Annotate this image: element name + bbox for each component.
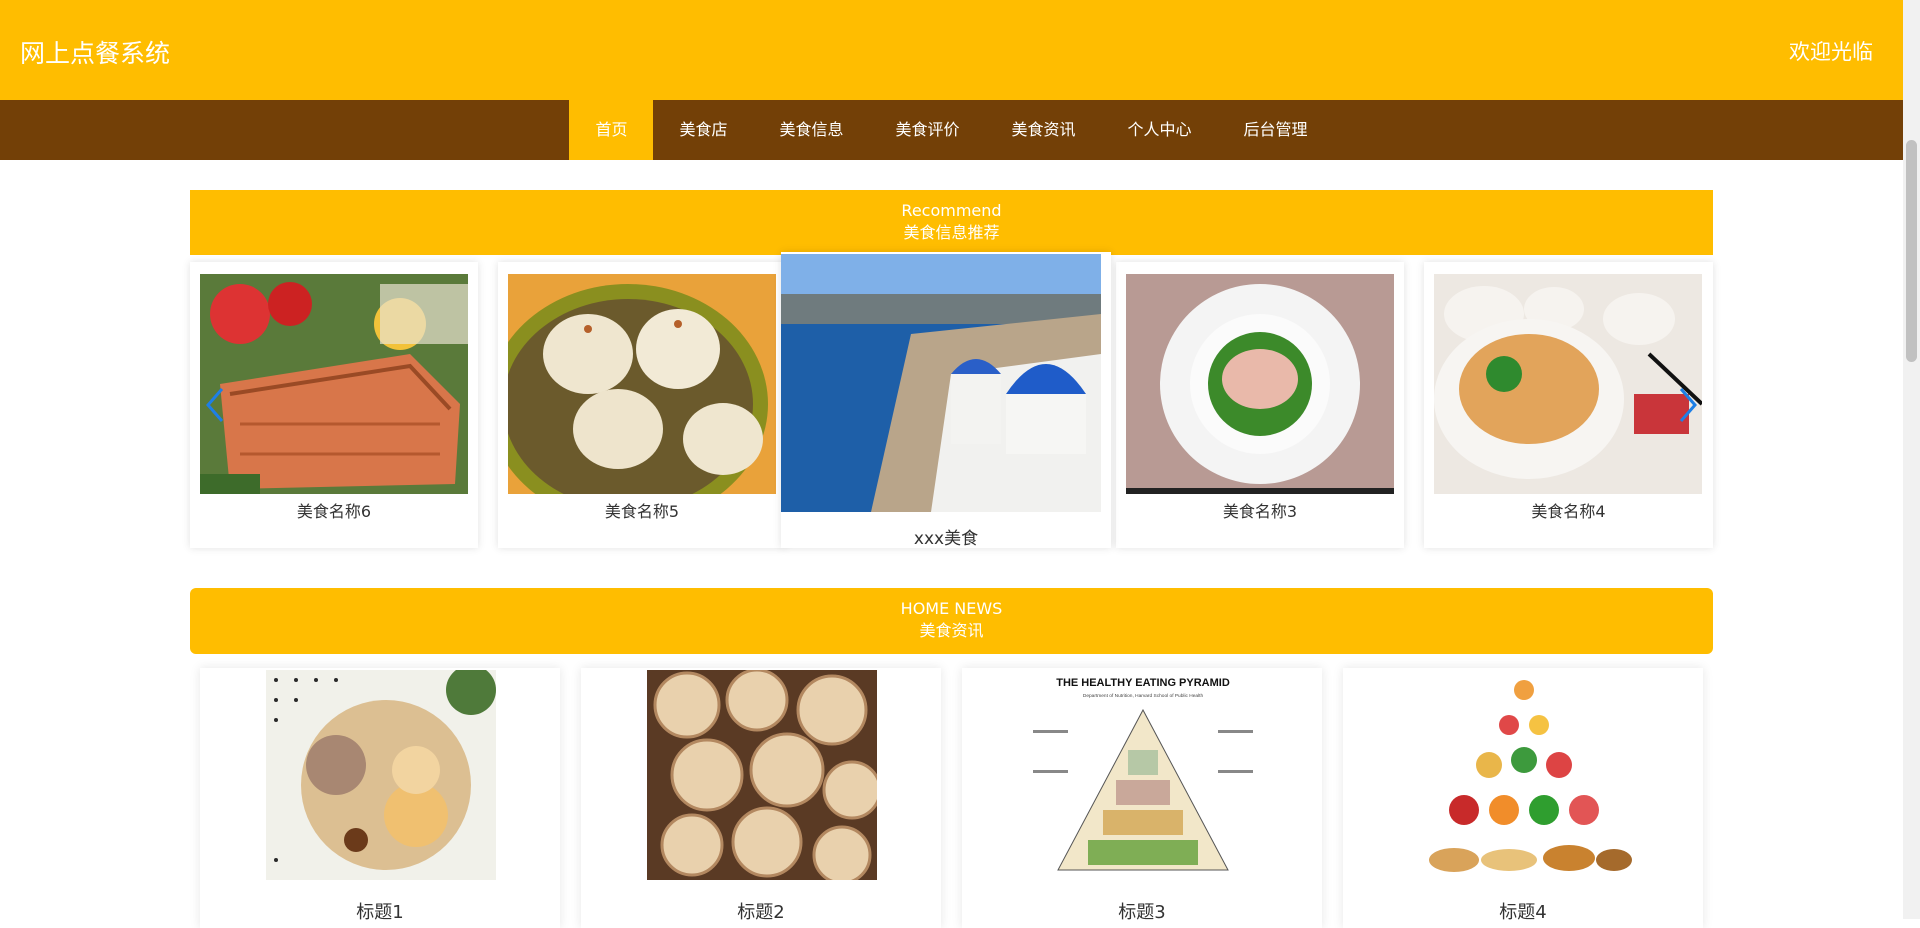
news-banner: HOME NEWS 美食资讯 xyxy=(190,588,1713,654)
food-card[interactable]: 美食名称4 xyxy=(1424,262,1713,548)
news-card[interactable]: THE HEALTHY EATING PYRAMID Department of… xyxy=(962,668,1322,928)
nav-item-admin[interactable]: 后台管理 xyxy=(1218,100,1334,160)
news-title[interactable]: 标题4 xyxy=(1343,898,1703,924)
news-card[interactable]: 标题4 xyxy=(1343,668,1703,928)
carousel-next-arrow-icon[interactable] xyxy=(1673,385,1703,425)
food-name: 美食名称5 xyxy=(604,502,680,521)
food-name: xxx美食 xyxy=(913,529,979,549)
news-title[interactable]: 标题1 xyxy=(200,898,560,924)
food-card[interactable]: 美食名称3 xyxy=(1116,262,1404,548)
food-image-salmon[interactable] xyxy=(200,274,468,494)
site-title[interactable]: 网上点餐系统 xyxy=(20,34,170,70)
nav-item-personal-center[interactable]: 个人中心 xyxy=(1102,100,1218,160)
food-card[interactable]: 美食名称5 xyxy=(498,262,786,548)
nav-item-food-info[interactable]: 美食信息 xyxy=(753,100,869,160)
news-title[interactable]: 标题3 xyxy=(962,898,1322,924)
news-title-cn: 美食资讯 xyxy=(919,621,984,640)
main-nav: 首页 美食店 美食信息 美食评价 美食资讯 个人中心 后台管理 xyxy=(0,100,1903,160)
pyramid-heading: THE HEALTHY EATING PYRAMID xyxy=(1056,677,1230,689)
food-image-plated-dish[interactable] xyxy=(1126,274,1394,494)
news-card[interactable]: 标题2 xyxy=(581,668,941,928)
food-card[interactable]: 美食名称6 xyxy=(190,262,478,548)
nav-item-food-review[interactable]: 美食评价 xyxy=(869,100,985,160)
food-image-dumplings[interactable] xyxy=(508,274,776,494)
recommend-title-cn: 美食信息推荐 xyxy=(903,223,1000,242)
carousel-prev-arrow-icon[interactable] xyxy=(200,385,230,425)
nav-item-home[interactable]: 首页 xyxy=(569,100,654,160)
news-image-bread[interactable] xyxy=(647,670,877,880)
food-name: 美食名称3 xyxy=(1222,502,1298,521)
recommend-carousel: 美食名称6 美食名称5 xxx美食 美食名称3 美食名称4 xyxy=(190,252,1713,549)
food-card-active[interactable]: xxx美食 xyxy=(781,252,1111,549)
scrollbar-thumb[interactable] xyxy=(1906,140,1917,362)
news-image-cocoa[interactable] xyxy=(266,670,496,880)
recommend-title-en: Recommend xyxy=(901,201,1002,220)
food-image-santorini[interactable] xyxy=(781,254,1101,512)
food-name: 美食名称6 xyxy=(296,502,372,521)
news-title[interactable]: 标题2 xyxy=(581,898,941,924)
news-image-healthy-eating-pyramid[interactable]: THE HEALTHY EATING PYRAMID Department of… xyxy=(1028,670,1258,880)
welcome-text: 欢迎光临 xyxy=(1789,40,1873,64)
food-name: 美食名称4 xyxy=(1531,502,1606,521)
page-scrollbar[interactable] xyxy=(1903,0,1920,919)
news-image-food-pyramid[interactable] xyxy=(1409,670,1639,880)
food-image-noodle-bowl[interactable] xyxy=(1434,274,1702,494)
recommend-banner: Recommend 美食信息推荐 xyxy=(190,190,1713,255)
header: 网上点餐系统 欢迎光临 xyxy=(0,0,1903,100)
news-card[interactable]: 标题1 xyxy=(200,668,560,928)
nav-item-food-store[interactable]: 美食店 xyxy=(653,100,753,160)
pyramid-subheading: Department of Nutrition, Harvard School … xyxy=(1083,693,1204,699)
news-title-en: HOME NEWS xyxy=(900,599,1003,618)
nav-item-food-news[interactable]: 美食资讯 xyxy=(986,100,1102,160)
